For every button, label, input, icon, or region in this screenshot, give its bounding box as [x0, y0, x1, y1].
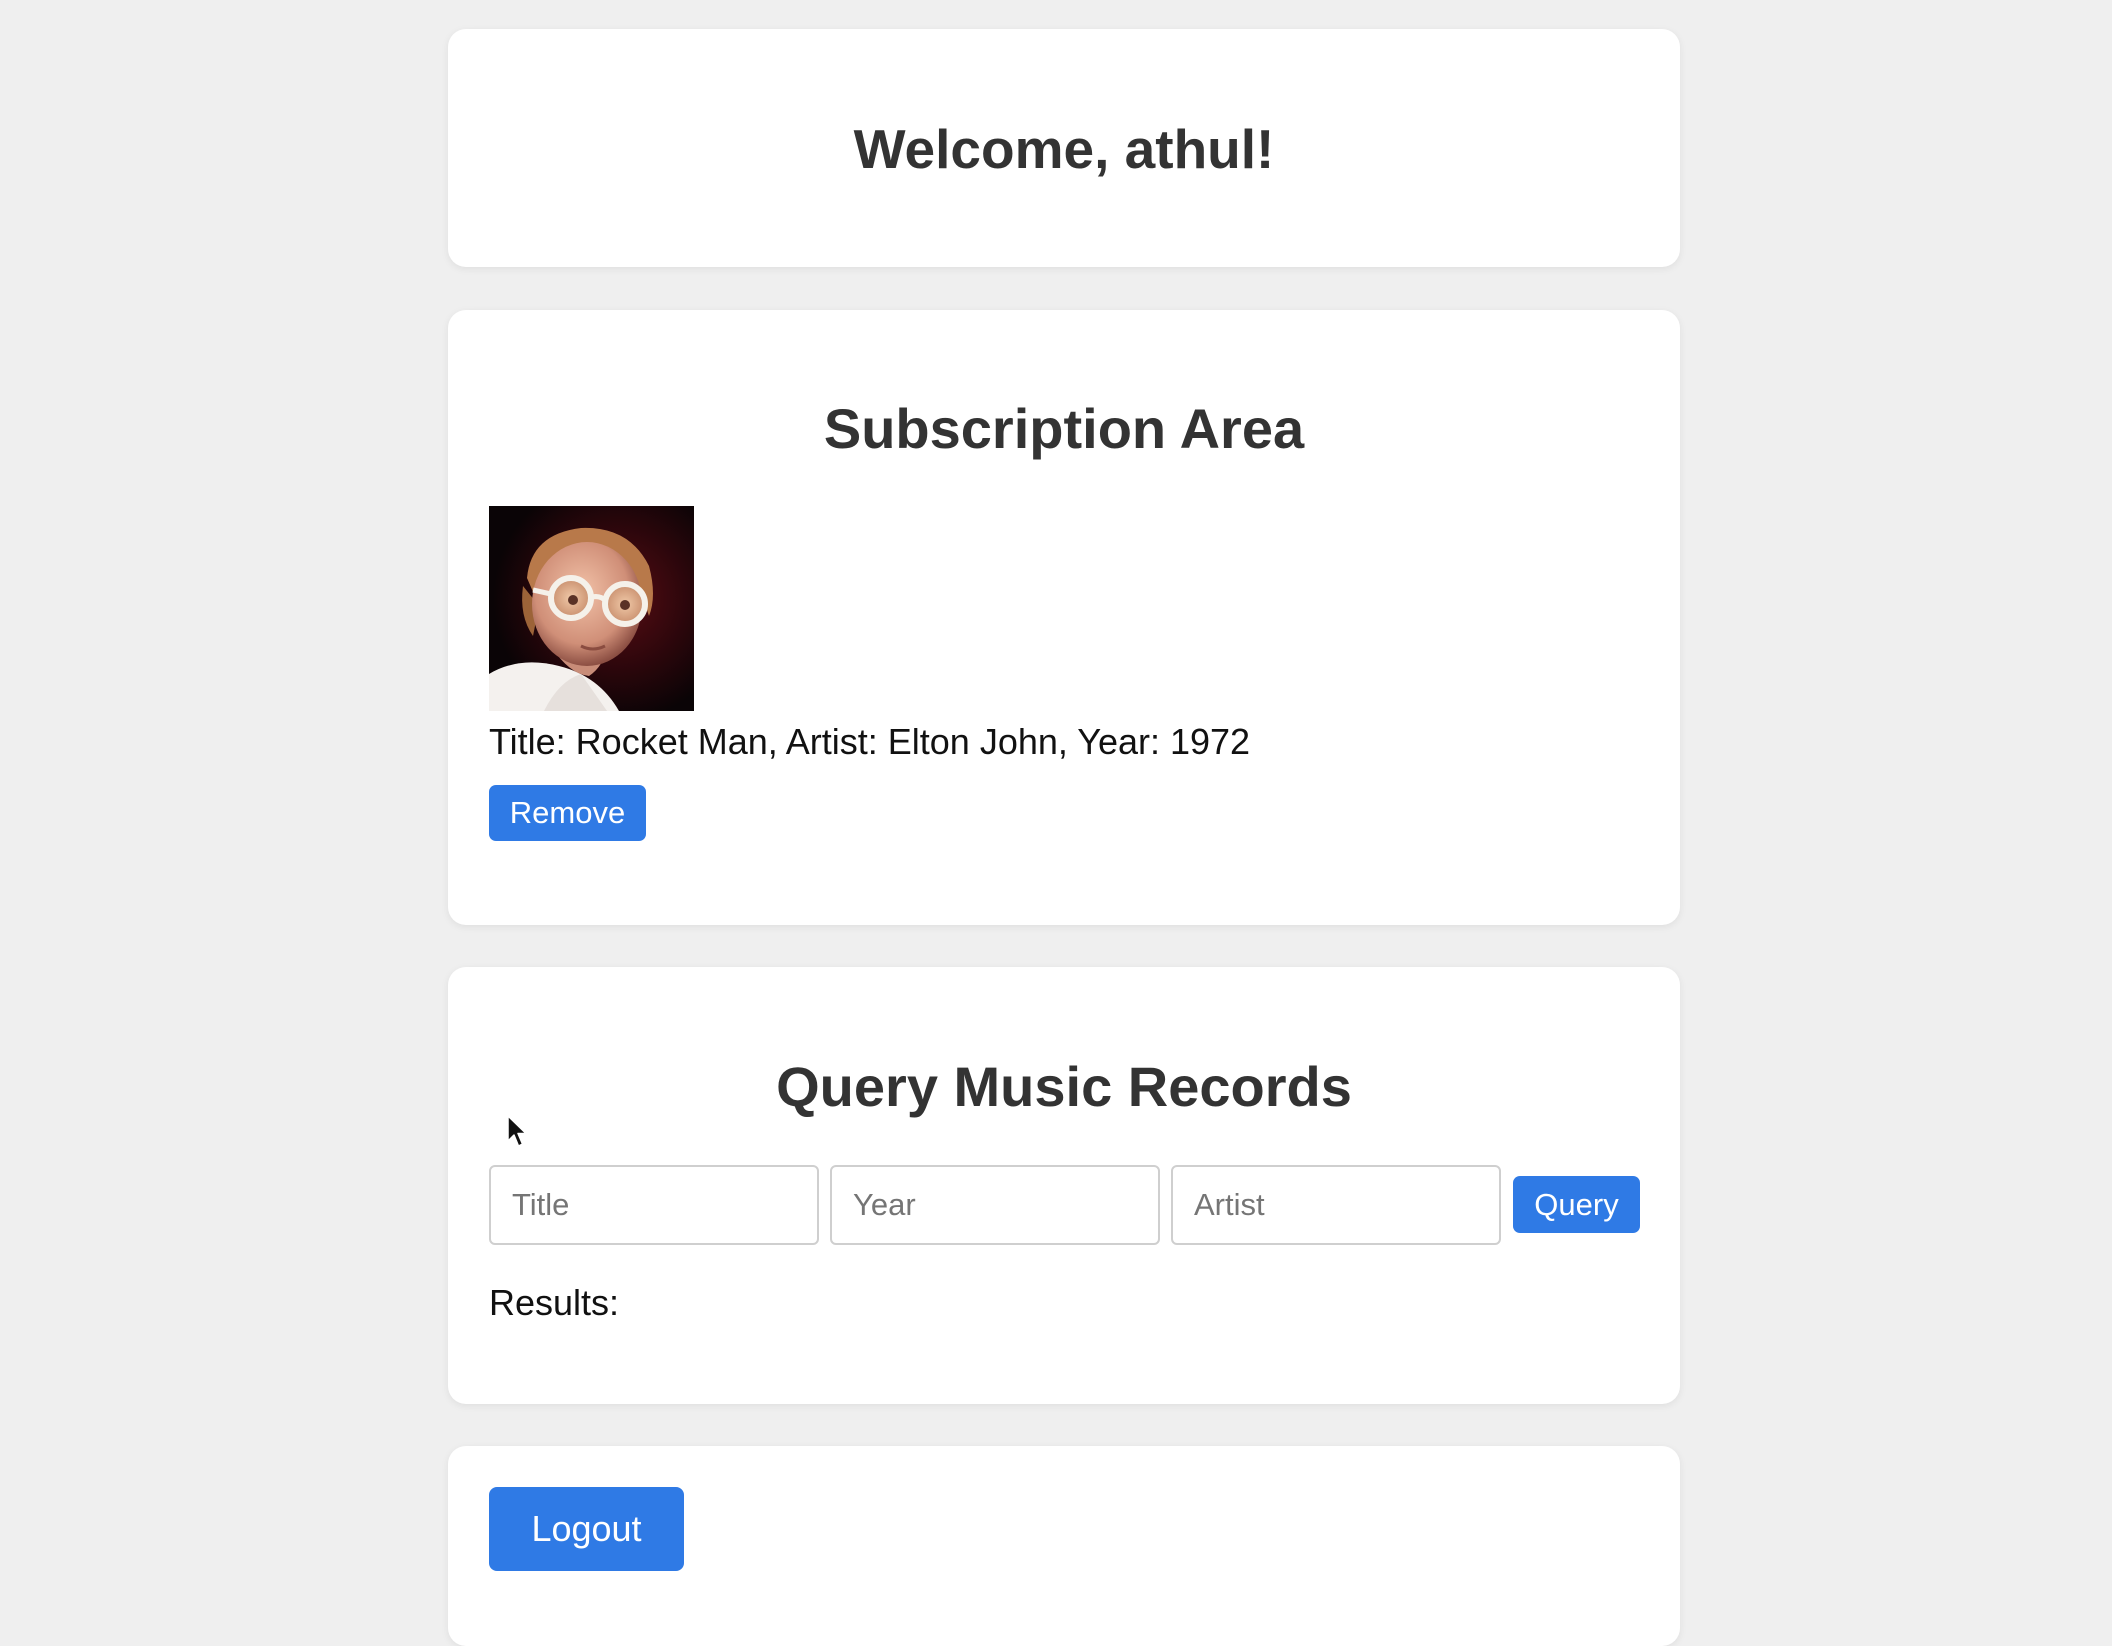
subscription-heading: Subscription Area: [823, 397, 1305, 460]
query-button[interactable]: Query: [1513, 1176, 1640, 1233]
year-input[interactable]: [830, 1165, 1160, 1245]
welcome-heading: Welcome, athul!: [853, 118, 1275, 180]
artist-input[interactable]: [1171, 1165, 1501, 1245]
album-cover-image: [489, 506, 694, 711]
subscribed-song-info: Title: Rocket Man, Artist: Elton John, Y…: [489, 721, 1251, 762]
query-heading: Query Music Records: [776, 1055, 1352, 1118]
title-input[interactable]: [489, 1165, 819, 1245]
mouse-pointer-icon: [506, 1114, 530, 1150]
logout-card: Logout: [448, 1446, 1680, 1646]
subscription-card: Subscription Area Title: Rocket Man, Art…: [448, 310, 1680, 925]
query-card: Query Music Records Query Results:: [448, 967, 1680, 1404]
remove-button[interactable]: Remove: [489, 785, 646, 841]
welcome-card: Welcome, athul!: [448, 29, 1680, 267]
logout-button[interactable]: Logout: [489, 1487, 684, 1571]
results-label: Results:: [489, 1282, 620, 1323]
